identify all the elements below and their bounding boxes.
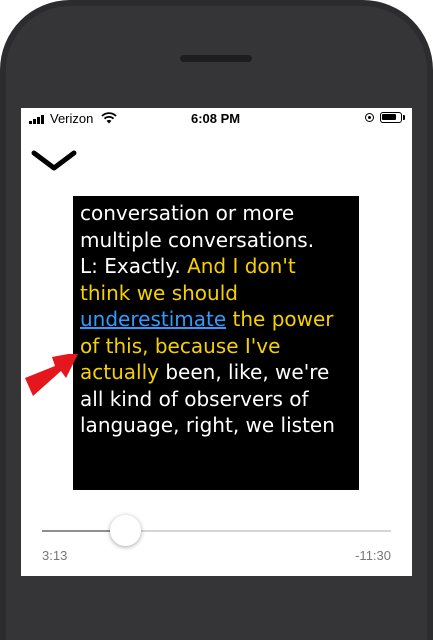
status-bar: Verizon 6:08 PM [21, 108, 412, 130]
red-arrow-icon [25, 354, 78, 396]
battery-icon [380, 112, 402, 123]
scrubber-thumb[interactable] [110, 515, 141, 546]
lookup-word-link[interactable]: underestimate [80, 307, 226, 331]
orientation-lock-icon [365, 113, 374, 122]
elapsed-time: 3:13 [42, 548, 68, 563]
transcript-text[interactable]: conversation or more multiple conversati… [73, 196, 359, 490]
battery-cap [403, 115, 405, 120]
clock: 6:08 PM [191, 111, 241, 126]
carrier-name: Verizon [50, 111, 94, 126]
speaker-grille [180, 55, 252, 62]
remaining-time: -11:30 [355, 548, 391, 563]
signal-icon [29, 114, 44, 124]
battery-level [382, 114, 397, 120]
screen: Verizon 6:08 PM conversation or more mul… [21, 108, 412, 576]
chevron-down-icon[interactable] [30, 148, 78, 174]
device: Verizon 6:08 PM conversation or more mul… [0, 0, 433, 640]
wifi-icon [101, 112, 117, 124]
playback-scrubber[interactable] [42, 530, 391, 532]
